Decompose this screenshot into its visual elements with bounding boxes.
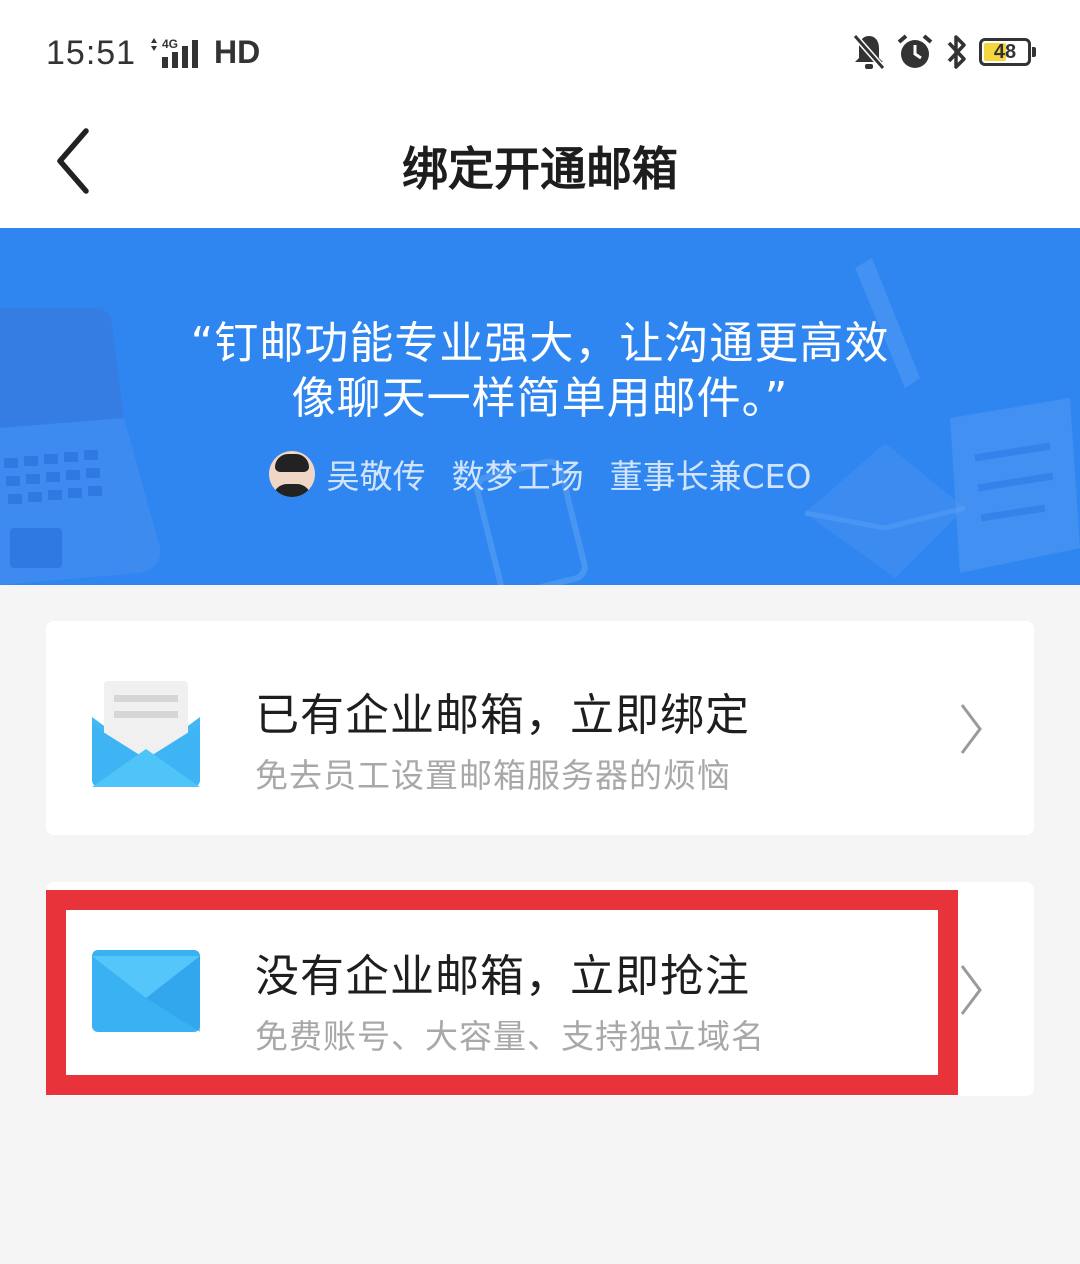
alarm-icon: [897, 34, 933, 68]
hd-label: HD: [214, 34, 261, 70]
option-title: 已有企业邮箱，立即绑定: [255, 690, 750, 741]
chevron-right-icon: [960, 965, 982, 1015]
bluetooth-icon: [947, 35, 966, 69]
open-envelope-icon: [92, 681, 200, 787]
status-time: 15:51: [46, 34, 137, 72]
author-name: 吴敬传: [326, 457, 426, 496]
option-subtitle: 免费账号、大容量、支持独立域名: [255, 1017, 765, 1056]
battery-icon: 48: [979, 38, 1031, 66]
bind-existing-mailbox-option[interactable]: 已有企业邮箱，立即绑定 免去员工设置邮箱服务器的烦恼: [46, 621, 1034, 835]
banner-quote: “钉邮功能专业强大，让沟通更高效 像聊天一样简单用邮件。”: [0, 316, 1080, 426]
banner-author: 吴敬传 数梦工场 董事长兼CEO: [0, 450, 1080, 498]
battery-level: 48: [993, 40, 1017, 63]
banner-quote-line2: 像聊天一样简单用邮件。”: [291, 373, 789, 424]
banner-quote-line1: “钉邮功能专业强大，让沟通更高效: [190, 318, 890, 369]
chevron-right-icon: [960, 704, 982, 754]
author-company: 数梦工场: [451, 457, 584, 496]
author-title: 董事长兼CEO: [609, 457, 812, 496]
nav-bar: 绑定开通邮箱: [0, 105, 1080, 228]
mute-icon: [852, 34, 886, 70]
option-subtitle: 免去员工设置邮箱服务器的烦恼: [255, 756, 731, 795]
status-bar: 15:51 4G HD 48: [0, 0, 1080, 105]
signal-icon: 4G: [151, 37, 198, 68]
register-new-mailbox-option[interactable]: 没有企业邮箱，立即抢注 免费账号、大容量、支持独立域名: [46, 882, 1034, 1096]
network-label: 4G: [162, 37, 178, 51]
option-title: 没有企业邮箱，立即抢注: [255, 951, 750, 1002]
envelope-icon: [92, 950, 200, 1032]
page-title: 绑定开通邮箱: [402, 142, 678, 196]
avatar: [268, 451, 315, 497]
promo-banner: “钉邮功能专业强大，让沟通更高效 像聊天一样简单用邮件。” 吴敬传 数梦工场 董…: [0, 228, 1080, 585]
status-icons: 48: [851, 32, 1036, 72]
